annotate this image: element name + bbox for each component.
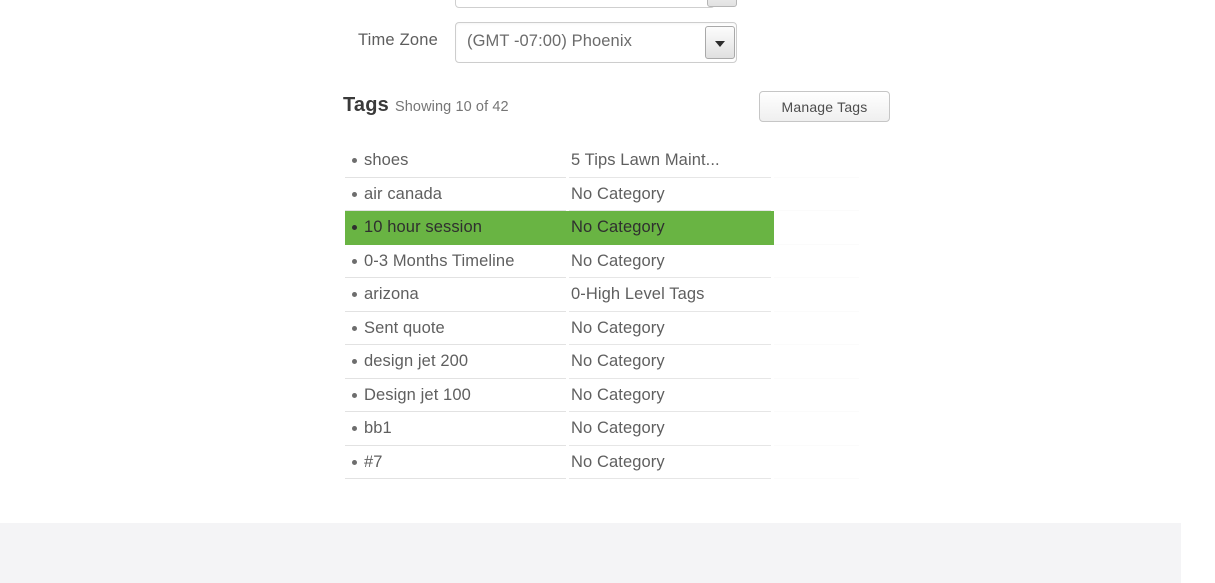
tag-category-cell[interactable]: No Category [569, 379, 774, 413]
tag-category-cell[interactable]: No Category [569, 245, 774, 279]
tag-name-cell[interactable]: bb1 [345, 412, 569, 446]
tag-row[interactable]: 10 hour session No Category [345, 211, 865, 245]
tag-category-label: No Category [571, 452, 665, 471]
tag-name-label: 10 hour session [364, 218, 482, 237]
timezone-select[interactable]: (GMT -07:00) Phoenix [455, 22, 737, 63]
tag-category-cell[interactable]: No Category [569, 446, 774, 480]
tag-category-cell[interactable]: No Category [569, 211, 774, 245]
tag-extra-cell[interactable] [774, 211, 862, 245]
tag-name-cell[interactable]: Sent quote [345, 312, 569, 346]
tag-row[interactable]: shoes 5 Tips Lawn Maint... [345, 144, 865, 178]
tag-name-label: shoes [364, 151, 409, 170]
tag-name-cell[interactable]: Design jet 100 [345, 379, 569, 413]
page-root: Time Zone (GMT -07:00) Phoenix Tags Showi… [0, 0, 1215, 583]
tag-category-label: No Category [571, 419, 665, 438]
clipped-select-chevron-down-icon[interactable] [707, 0, 737, 7]
bullet-icon [352, 292, 357, 298]
bullet-icon [352, 359, 357, 365]
tag-name-label: Sent quote [364, 318, 445, 337]
bullet-icon [352, 459, 357, 465]
tag-category-cell[interactable]: 5 Tips Lawn Maint... [569, 144, 774, 178]
tag-name-cell[interactable]: design jet 200 [345, 345, 569, 379]
tag-row[interactable]: arizona 0-High Level Tags [345, 278, 865, 312]
timezone-label: Time Zone [357, 31, 438, 49]
tag-row[interactable]: 0-3 Months Timeline No Category [345, 245, 865, 279]
tag-name-label: air canada [364, 184, 443, 203]
footer-band [0, 523, 1181, 583]
tag-row[interactable]: design jet 200 No Category [345, 345, 865, 379]
tag-category-label: No Category [571, 218, 665, 237]
tag-name-label: #7 [364, 452, 383, 471]
tag-extra-cell[interactable] [774, 312, 862, 346]
tags-title: Tags [343, 94, 389, 116]
timezone-selected-value: (GMT -07:00) Phoenix [467, 32, 632, 50]
tag-extra-cell[interactable] [774, 446, 862, 480]
manage-tags-button[interactable]: Manage Tags [759, 91, 890, 122]
bullet-icon [352, 158, 357, 164]
tag-name-label: Design jet 100 [364, 385, 471, 404]
bullet-icon [352, 392, 357, 398]
tag-name-cell[interactable]: 10 hour session [345, 211, 569, 245]
tag-name-cell[interactable]: air canada [345, 178, 569, 212]
tag-name-cell[interactable]: 0-3 Months Timeline [345, 245, 569, 279]
tag-category-label: 0-High Level Tags [571, 285, 705, 304]
tag-name-label: 0-3 Months Timeline [364, 251, 515, 270]
tag-name-cell[interactable]: arizona [345, 278, 569, 312]
tag-extra-cell[interactable] [774, 412, 862, 446]
bullet-icon [352, 426, 357, 432]
tag-category-label: No Category [571, 184, 665, 203]
tags-count-text: Showing 10 of 42 [395, 99, 509, 115]
tag-extra-cell[interactable] [774, 278, 862, 312]
tags-heading: Tags Showing 10 of 42 [343, 94, 509, 117]
tag-name-label: bb1 [364, 419, 392, 438]
chevron-down-icon[interactable] [705, 26, 735, 59]
tag-row[interactable]: Sent quote No Category [345, 312, 865, 346]
tag-row[interactable]: #7 No Category [345, 446, 865, 480]
tag-category-label: No Category [571, 318, 665, 337]
bullet-icon [352, 325, 357, 331]
clipped-select-box[interactable] [455, 0, 715, 8]
clipped-select-above[interactable] [455, 0, 737, 8]
tag-category-cell[interactable]: No Category [569, 312, 774, 346]
bullet-icon [352, 258, 357, 264]
bullet-icon [352, 225, 357, 231]
tag-row[interactable]: Design jet 100 No Category [345, 379, 865, 413]
bullet-icon [352, 191, 357, 197]
tag-row[interactable]: bb1 No Category [345, 412, 865, 446]
tag-category-label: No Category [571, 385, 665, 404]
tag-category-cell[interactable]: No Category [569, 412, 774, 446]
tag-name-cell[interactable]: #7 [345, 446, 569, 480]
tag-category-label: No Category [571, 352, 665, 371]
tag-extra-cell[interactable] [774, 345, 862, 379]
tag-category-cell[interactable]: 0-High Level Tags [569, 278, 774, 312]
tag-extra-cell[interactable] [774, 178, 862, 212]
tag-row[interactable]: air canada No Category [345, 178, 865, 212]
tag-category-label: No Category [571, 251, 665, 270]
tag-name-label: arizona [364, 285, 419, 304]
tag-category-label: 5 Tips Lawn Maint... [571, 151, 720, 170]
tag-extra-cell[interactable] [774, 379, 862, 413]
tag-extra-cell[interactable] [774, 144, 862, 178]
tag-name-cell[interactable]: shoes [345, 144, 569, 178]
tags-table: shoes 5 Tips Lawn Maint... air canada No Ca… [345, 144, 865, 479]
tag-category-cell[interactable]: No Category [569, 345, 774, 379]
tag-name-label: design jet 200 [364, 352, 469, 371]
tag-category-cell[interactable]: No Category [569, 178, 774, 212]
tag-extra-cell[interactable] [774, 245, 862, 279]
